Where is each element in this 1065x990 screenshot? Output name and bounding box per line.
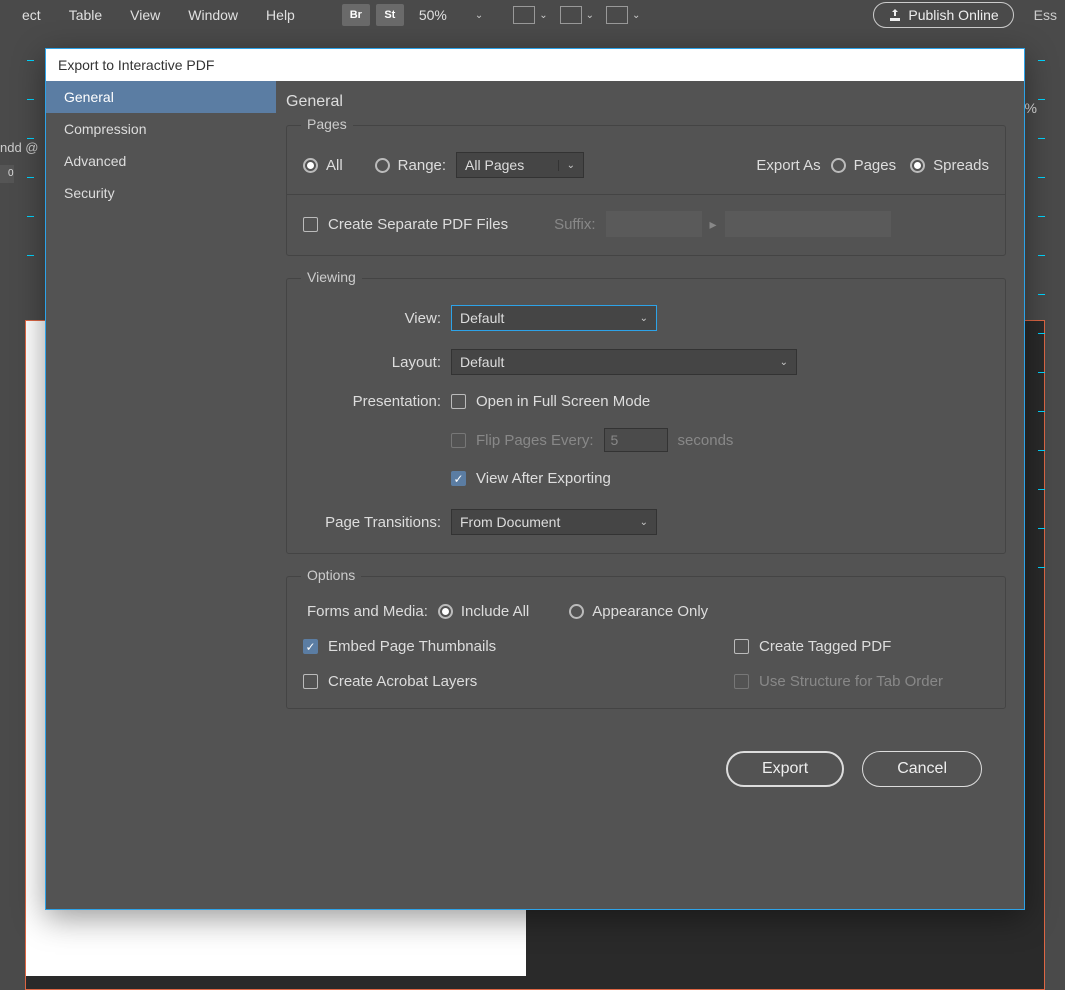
menu-help[interactable]: Help xyxy=(252,3,309,27)
radio-range[interactable] xyxy=(375,158,390,173)
export-pdf-dialog: Export to Interactive PDF General Compre… xyxy=(45,48,1025,910)
menu-window[interactable]: Window xyxy=(174,3,252,27)
check-flip-pages xyxy=(451,433,466,448)
check-flip-pages-label: Flip Pages Every: xyxy=(476,432,594,449)
radio-spreads-label: Spreads xyxy=(933,157,989,174)
radio-spreads[interactable] xyxy=(910,158,925,173)
zoom-value: 50% xyxy=(419,7,447,23)
upload-icon xyxy=(888,8,902,22)
options-legend: Options xyxy=(301,567,361,583)
percent-fragment: % xyxy=(1025,100,1037,116)
options-group: Options Forms and Media: Include All App… xyxy=(286,576,1006,709)
dialog-title: Export to Interactive PDF xyxy=(46,49,1024,81)
range-select[interactable]: All Pages⌄ xyxy=(456,152,584,178)
radio-pages[interactable] xyxy=(831,158,846,173)
screen-mode-icon[interactable]: ⌄ xyxy=(560,6,594,24)
pages-legend: Pages xyxy=(301,116,353,132)
publish-online-button[interactable]: Publish Online xyxy=(873,2,1013,28)
zoom-select[interactable]: 50% ⌄ xyxy=(419,7,483,23)
radio-pages-label: Pages xyxy=(854,157,897,174)
dialog-footer: Export Cancel xyxy=(286,731,1006,787)
transitions-select[interactable]: From Document⌄ xyxy=(451,509,657,535)
check-tagged-pdf[interactable] xyxy=(734,639,749,654)
radio-include-all-label: Include All xyxy=(461,603,529,620)
ruler: 0 xyxy=(0,165,14,183)
radio-all-label: All xyxy=(326,157,343,174)
sidebar-item-security[interactable]: Security xyxy=(46,177,276,209)
suffix-preview xyxy=(725,211,891,237)
suffix-menu-icon: ▸ xyxy=(702,216,725,233)
check-view-after[interactable] xyxy=(451,471,466,486)
check-embed-thumbnails[interactable] xyxy=(303,639,318,654)
seconds-label: seconds xyxy=(678,432,734,449)
layout-select[interactable]: Default⌄ xyxy=(451,349,797,375)
check-acrobat-layers-label: Create Acrobat Layers xyxy=(328,673,477,690)
check-tab-order-label: Use Structure for Tab Order xyxy=(759,673,989,690)
dialog-main: General Pages All Range: All Pages⌄ Expo… xyxy=(276,81,1024,909)
view-select[interactable]: Default⌄ xyxy=(451,305,657,331)
bridge-icon[interactable]: Br xyxy=(342,4,370,26)
workspace-label[interactable]: Ess xyxy=(1034,7,1057,23)
panel-heading: General xyxy=(286,93,1006,111)
pages-group: Pages All Range: All Pages⌄ Export As Pa xyxy=(286,125,1006,256)
radio-appearance-only[interactable] xyxy=(569,604,584,619)
cancel-button[interactable]: Cancel xyxy=(862,751,982,787)
view-options-icon[interactable]: ⌄ xyxy=(513,6,547,24)
dialog-sidebar: General Compression Advanced Security xyxy=(46,81,276,909)
view-label: View: xyxy=(303,310,451,327)
viewing-legend: Viewing xyxy=(301,269,362,285)
check-separate-files-label: Create Separate PDF Files xyxy=(328,216,508,233)
check-tagged-pdf-label: Create Tagged PDF xyxy=(759,638,989,655)
layout-label: Layout: xyxy=(303,354,451,371)
check-acrobat-layers[interactable] xyxy=(303,674,318,689)
viewing-group: Viewing View: Default⌄ Layout: Default⌄ … xyxy=(286,278,1006,554)
radio-appearance-only-label: Appearance Only xyxy=(592,603,708,620)
check-view-after-label: View After Exporting xyxy=(476,470,611,487)
suffix-label: Suffix: xyxy=(554,216,595,233)
arrange-icon[interactable]: ⌄ xyxy=(606,6,640,24)
check-fullscreen[interactable] xyxy=(451,394,466,409)
menu-table[interactable]: Table xyxy=(55,3,116,27)
menu-view[interactable]: View xyxy=(116,3,174,27)
guides-left xyxy=(27,60,34,964)
check-separate-files[interactable] xyxy=(303,217,318,232)
sidebar-item-advanced[interactable]: Advanced xyxy=(46,145,276,177)
radio-range-label: Range: xyxy=(398,157,446,174)
check-fullscreen-label: Open in Full Screen Mode xyxy=(476,393,650,410)
menu-object[interactable]: ect xyxy=(8,3,55,27)
stock-icon[interactable]: St xyxy=(376,4,404,26)
guides-right xyxy=(1038,60,1045,964)
app-menubar: ect Table View Window Help Br St 50% ⌄ ⌄… xyxy=(0,0,1065,30)
forms-media-label: Forms and Media: xyxy=(307,603,428,620)
chevron-down-icon: ⌄ xyxy=(475,10,483,21)
suffix-input xyxy=(606,211,702,237)
export-button[interactable]: Export xyxy=(726,751,844,787)
export-as-label: Export As xyxy=(756,157,820,174)
presentation-label: Presentation: xyxy=(303,393,451,410)
check-tab-order xyxy=(734,674,749,689)
radio-include-all[interactable] xyxy=(438,604,453,619)
check-embed-thumbnails-label: Embed Page Thumbnails xyxy=(328,638,496,655)
sidebar-item-compression[interactable]: Compression xyxy=(46,113,276,145)
transitions-label: Page Transitions: xyxy=(303,514,451,531)
flip-seconds-input: 5 xyxy=(604,428,668,452)
sidebar-item-general[interactable]: General xyxy=(46,81,276,113)
radio-all[interactable] xyxy=(303,158,318,173)
